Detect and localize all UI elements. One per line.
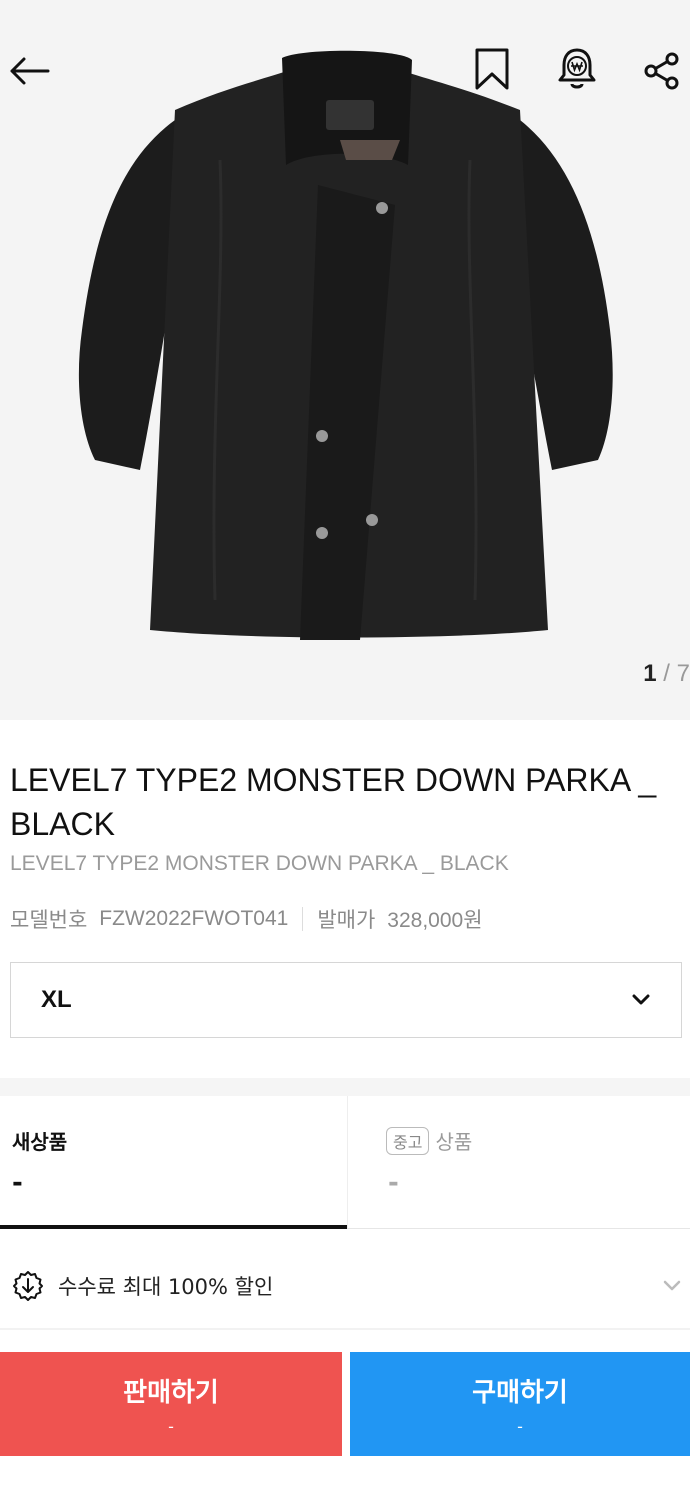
product-image: [0, 0, 690, 720]
image-counter-separator: /: [656, 660, 677, 687]
bookmark-button[interactable]: [470, 46, 514, 92]
image-counter: 1 / 7: [643, 660, 690, 688]
back-button[interactable]: [6, 48, 52, 94]
meta-divider: [302, 907, 304, 931]
active-tab-indicator: [0, 1225, 347, 1229]
share-icon: [644, 52, 679, 90]
tab-new-label: 새상품: [12, 1130, 68, 1154]
product-title: LEVEL7 TYPE2 MONSTER DOWN PARKA _ BLACK: [10, 762, 657, 842]
buy-button[interactable]: 구매하기 -: [350, 1352, 690, 1456]
tab-used-label: 상품: [435, 1130, 473, 1154]
condition-tabs: 새상품 - 중고 상품 -: [0, 1096, 690, 1229]
buy-button-price: -: [517, 1417, 523, 1436]
section-gap: [0, 1078, 690, 1096]
bottom-divider: [0, 1328, 690, 1330]
used-badge: 중고: [386, 1126, 430, 1155]
chevron-down-icon: [632, 994, 650, 1005]
back-arrow-icon: [10, 57, 50, 85]
sell-button-label: 판매하기: [123, 1378, 219, 1408]
release-price-value: 328,000원: [387, 909, 483, 932]
size-select-value: XL: [41, 986, 72, 1013]
product-subtitle: LEVEL7 TYPE2 MONSTER DOWN PARKA _ BLACK: [10, 852, 509, 875]
discount-badge-icon: [13, 1271, 43, 1301]
tab-used-product[interactable]: 중고 상품 -: [347, 1096, 690, 1228]
size-select[interactable]: XL: [10, 962, 682, 1038]
release-price-label: 발매가: [317, 909, 376, 932]
chevron-down-icon: [663, 1280, 681, 1291]
model-number-label: 모델번호: [10, 909, 88, 932]
price-alert-button[interactable]: [554, 44, 600, 94]
tab-new-price: -: [12, 1168, 23, 1198]
tab-used-label-group: 중고 상품: [386, 1126, 472, 1155]
product-meta: 모델번호 FZW2022FWOT041 발매가 328,000원: [10, 904, 483, 934]
tab-new-product[interactable]: 새상품 -: [0, 1096, 347, 1228]
fee-discount-banner[interactable]: 수수료 최대 100% 할인: [0, 1246, 690, 1326]
buy-button-label: 구매하기: [472, 1378, 568, 1408]
model-number-value: FZW2022FWOT041: [99, 907, 289, 930]
image-counter-current: 1: [643, 660, 657, 687]
sell-button-price: -: [168, 1417, 174, 1436]
bookmark-icon: [475, 48, 509, 90]
fee-discount-text: 수수료 최대 100% 할인: [58, 1275, 274, 1299]
share-button[interactable]: [640, 48, 684, 94]
product-image-gallery[interactable]: 1 / 7: [0, 0, 690, 720]
sell-button[interactable]: 판매하기 -: [0, 1352, 342, 1456]
price-alert-bell-icon: [558, 48, 596, 89]
tab-used-price: -: [388, 1168, 399, 1198]
image-counter-total: 7: [676, 660, 690, 687]
